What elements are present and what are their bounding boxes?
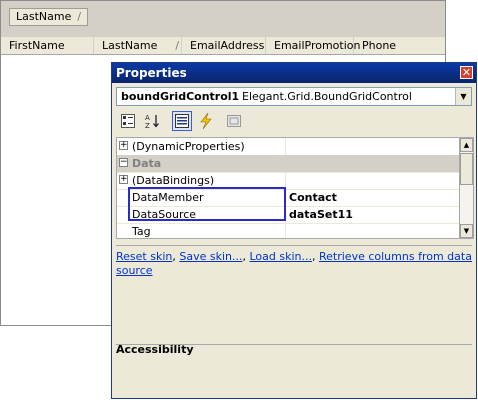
scroll-down-icon[interactable]: ▼ (460, 224, 473, 238)
column-header-emailpromotion[interactable]: EmailPromotion (266, 37, 361, 54)
property-grid[interactable]: + (DynamicProperties) − Data + (DataBind… (116, 137, 460, 239)
sort-indicator: / (77, 10, 82, 23)
property-pages-icon (227, 115, 241, 127)
column-header-row: FirstName LastName / EmailAddress EmailPr… (1, 37, 445, 55)
column-header-emailaddress[interactable]: EmailAddress (182, 37, 266, 54)
column-divider (285, 223, 286, 238)
property-pages-button[interactable] (224, 111, 244, 131)
reset-skin-link[interactable]: Reset skin (116, 250, 172, 263)
column-header-label: Phone (362, 39, 397, 52)
group-by-area[interactable]: LastName / (1, 1, 445, 37)
column-header-phone[interactable]: Phone (354, 37, 446, 54)
property-name: (DynamicProperties) (132, 140, 245, 153)
chevron-down-icon[interactable]: ▼ (455, 88, 471, 105)
categorized-icon (121, 114, 135, 128)
expand-icon[interactable]: + (119, 141, 128, 150)
collapse-icon[interactable]: − (119, 158, 128, 167)
svg-text:A: A (145, 114, 150, 122)
property-row-dynamicproperties[interactable]: + (DynamicProperties) (117, 138, 459, 156)
group-chip-label: LastName (16, 10, 72, 23)
alphabetical-button[interactable]: A Z (142, 111, 162, 131)
property-name: (DataBindings) (132, 174, 215, 187)
column-header-label: EmailPromotion (274, 39, 361, 52)
load-skin-link[interactable]: Load skin... (249, 250, 312, 263)
expand-icon[interactable]: + (119, 175, 128, 184)
column-header-label: FirstName (9, 39, 65, 52)
properties-view-button[interactable] (172, 111, 192, 131)
selection-highlight (128, 187, 286, 221)
categorized-button[interactable] (118, 111, 138, 131)
description-title: Accessibility (116, 343, 194, 356)
commands-pane: Reset skin, Save skin..., Load skin..., … (116, 245, 472, 345)
property-row-tag[interactable]: Tag (117, 223, 459, 238)
category-row-data[interactable]: − Data (117, 155, 459, 173)
window-title: Properties (116, 66, 187, 80)
column-header-firstname[interactable]: FirstName (1, 37, 94, 54)
link-separator: , (312, 250, 319, 263)
property-grid-scrollbar[interactable]: ▲ ▼ (460, 137, 474, 239)
close-button[interactable]: ✕ (460, 66, 473, 79)
selected-object-name: boundGridControl1 (121, 90, 240, 103)
property-name: Tag (132, 225, 151, 238)
properties-toolbar: A Z (116, 111, 472, 133)
sort-indicator: / (175, 39, 180, 52)
sort-alphabetical-icon: A Z (145, 114, 159, 130)
description-pane: Accessibility (116, 343, 472, 395)
selected-object-type: Elegant.Grid.BoundGridControl (242, 90, 412, 103)
group-chip-lastname[interactable]: LastName / (9, 8, 89, 26)
lightning-icon (200, 112, 212, 130)
column-divider (285, 138, 286, 155)
scroll-up-icon[interactable]: ▲ (460, 138, 473, 152)
property-value[interactable]: dataSet11 (289, 208, 353, 221)
property-list-icon (175, 114, 189, 128)
scroll-thumb[interactable] (460, 153, 473, 185)
svg-text:Z: Z (145, 122, 150, 129)
object-selector-dropdown[interactable]: boundGridControl1 Elegant.Grid.BoundGrid… (116, 87, 472, 106)
category-name: Data (132, 157, 162, 170)
properties-window: Properties ✕ boundGridControl1 Elegant.G… (111, 62, 477, 399)
column-header-lastname[interactable]: LastName / (94, 37, 182, 54)
column-header-label: LastName (102, 39, 158, 52)
title-bar[interactable]: Properties ✕ (112, 63, 476, 83)
save-skin-link[interactable]: Save skin... (179, 250, 242, 263)
property-value[interactable]: Contact (289, 191, 337, 204)
events-button[interactable] (196, 111, 216, 131)
column-header-label: EmailAddress (190, 39, 265, 52)
